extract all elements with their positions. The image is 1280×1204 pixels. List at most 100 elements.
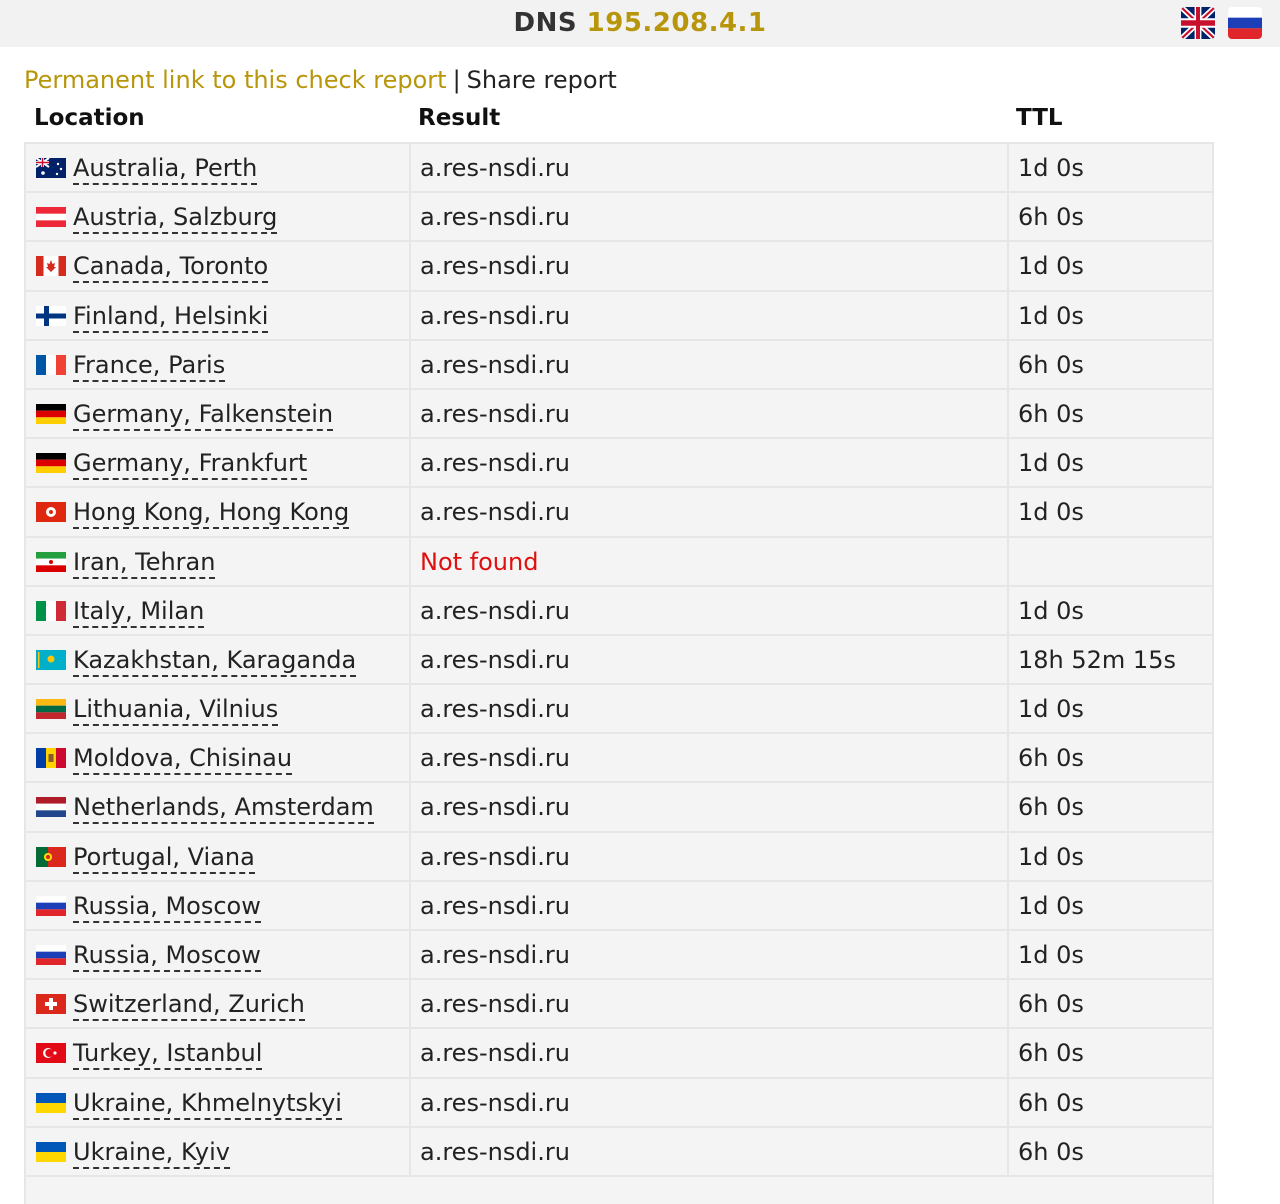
location-link[interactable]: Austria, Salzburg [73,202,278,235]
column-header-result: Result [418,105,501,131]
ttl-value: 6h 0s [1018,399,1084,428]
result-value: a.res-nsdi.ru [420,301,570,330]
flag-ru-icon[interactable] [1228,7,1262,39]
title-prefix: DNS [513,8,578,38]
location-link[interactable]: Portugal, Viana [73,842,255,874]
ttl-cell: 6h 0s [1009,734,1210,781]
table-row: Australia, Perth a.res-nsdi.ru 1d 0s [26,144,1212,194]
location-cell: Russia, Moscow [26,931,411,979]
table-row: Canada, Toronto a.res-nsdi.ru 1d 0s [26,242,1212,292]
flag-ua-icon [36,1092,66,1113]
result-value: a.res-nsdi.ru [420,891,570,920]
ttl-value: 1d 0s [1018,252,1084,281]
ttl-value: 6h 0s [1018,744,1084,773]
page-title: DNS 195.208.4.1 [0,8,1280,38]
location-cell: Hong Kong, Hong Kong [26,488,411,536]
location-cell: Ukraine, Kyiv [26,1127,411,1175]
result-cell: a.res-nsdi.ru [411,734,1009,782]
location-link[interactable]: Hong Kong, Hong Kong [73,497,350,530]
location-cell: Lithuania, Vilnius [26,685,411,733]
flag-at-icon [36,207,66,228]
top-bar: DNS 195.208.4.1 [0,0,1280,47]
column-header-location: Location [34,105,145,131]
ttl-cell: 1d 0s [1009,292,1210,339]
result-value: a.res-nsdi.ru [420,645,570,674]
result-value: a.res-nsdi.ru [420,596,570,625]
ttl-cell: 1d 0s [1009,587,1210,634]
table-row: Ukraine, Kyiv a.res-nsdi.ru 6h 0s [26,1127,1212,1177]
table-row: Russia, Moscow a.res-nsdi.ru 1d 0s [26,931,1212,981]
location-cell: Turkey, Istanbul [26,1029,411,1077]
location-link[interactable]: Moldova, Chisinau [73,743,293,776]
location-link[interactable]: Russia, Moscow [73,891,261,923]
location-link[interactable]: Switzerland, Zurich [73,989,305,1022]
table-row: Switzerland, Zurich a.res-nsdi.ru 6h 0s [26,980,1212,1030]
result-cell: a.res-nsdi.ru [411,389,1009,438]
ttl-value: 6h 0s [1018,793,1084,822]
result-value: a.res-nsdi.ru [420,350,570,379]
location-link[interactable]: Netherlands, Amsterdam [73,792,374,825]
ttl-cell: 1d 0s [1009,833,1210,880]
result-cell: a.res-nsdi.ru [411,931,1009,979]
location-link[interactable]: Finland, Helsinki [73,301,269,333]
column-header-ttl: TTL [1016,105,1063,131]
location-link[interactable]: Ukraine, Khmelnytskyi [73,1088,342,1120]
location-link[interactable]: Iran, Tehran [73,547,216,579]
result-cell: a.res-nsdi.ru [411,586,1009,634]
location-cell: Kazakhstan, Karaganda [26,635,411,684]
location-cell: Italy, Milan [26,586,411,634]
location-link[interactable]: Kazakhstan, Karaganda [73,645,357,677]
permanent-link[interactable]: Permanent link to this check report [24,66,447,94]
result-cell: a.res-nsdi.ru [411,1127,1009,1175]
result-value: a.res-nsdi.ru [420,449,570,478]
location-link[interactable]: Ukraine, Kyiv [73,1137,231,1169]
ttl-cell: 6h 0s [1009,341,1210,388]
share-report-link[interactable]: Share report [467,66,617,94]
result-value: a.res-nsdi.ru [420,1039,570,1068]
result-cell: a.res-nsdi.ru [411,488,1009,536]
result-value: a.res-nsdi.ru [420,941,570,969]
table-row: Hong Kong, Hong Kong a.res-nsdi.ru 1d 0s [26,488,1212,538]
flag-ua-icon [36,1141,66,1162]
results-table: Australia, Perth a.res-nsdi.ru 1d 0s Austri… [24,142,1214,1204]
flag-md-icon [36,748,66,769]
ttl-value: 6h 0s [1018,203,1084,232]
ttl-cell: 6h 0s [1009,1079,1210,1126]
flag-de-icon [36,403,66,424]
result-value: a.res-nsdi.ru [420,793,570,822]
result-cell: a.res-nsdi.ru [411,193,1009,241]
result-value: a.res-nsdi.ru [420,399,570,428]
table-row: Turkey, Istanbul a.res-nsdi.ru 6h 0s [26,1029,1212,1079]
ttl-value: 1d 0s [1018,449,1084,478]
table-row: Italy, Milan a.res-nsdi.ru 1d 0s [26,586,1212,636]
result-cell: a.res-nsdi.ru [411,832,1009,880]
table-row: Germany, Falkenstein a.res-nsdi.ru 6h 0s [26,389,1212,440]
location-link[interactable]: France, Paris [73,350,226,382]
flag-kz-icon [36,649,66,670]
flag-nl-icon [36,797,66,818]
location-cell: Canada, Toronto [26,242,411,290]
result-cell: a.res-nsdi.ru [411,291,1009,339]
ttl-cell: 6h 0s [1009,390,1210,437]
location-link[interactable]: Turkey, Istanbul [73,1038,263,1071]
location-cell: Ukraine, Khmelnytskyi [26,1078,411,1126]
location-link[interactable]: Russia, Moscow [73,940,261,972]
location-cell: Switzerland, Zurich [26,980,411,1028]
result-cell: a.res-nsdi.ru [411,340,1009,388]
flag-hk-icon [36,502,66,523]
result-cell: a.res-nsdi.ru [411,242,1009,290]
ttl-cell: 6h 0s [1009,1029,1210,1076]
location-link[interactable]: Italy, Milan [73,596,205,628]
location-link[interactable]: Lithuania, Vilnius [73,694,279,727]
flag-tr-icon [36,1043,66,1064]
location-link[interactable]: Canada, Toronto [73,251,269,284]
ttl-cell: 1d 0s [1009,144,1210,191]
location-link[interactable]: Australia, Perth [73,153,258,185]
location-link[interactable]: Germany, Frankfurt [73,448,308,481]
location-link[interactable]: Germany, Falkenstein [73,399,334,431]
result-cell: a.res-nsdi.ru [411,783,1009,831]
title-host: 195.208.4.1 [586,8,767,38]
ttl-cell: 6h 0s [1009,783,1210,830]
flag-gb-icon[interactable] [1181,7,1215,39]
result-cell: a.res-nsdi.ru [411,881,1009,929]
